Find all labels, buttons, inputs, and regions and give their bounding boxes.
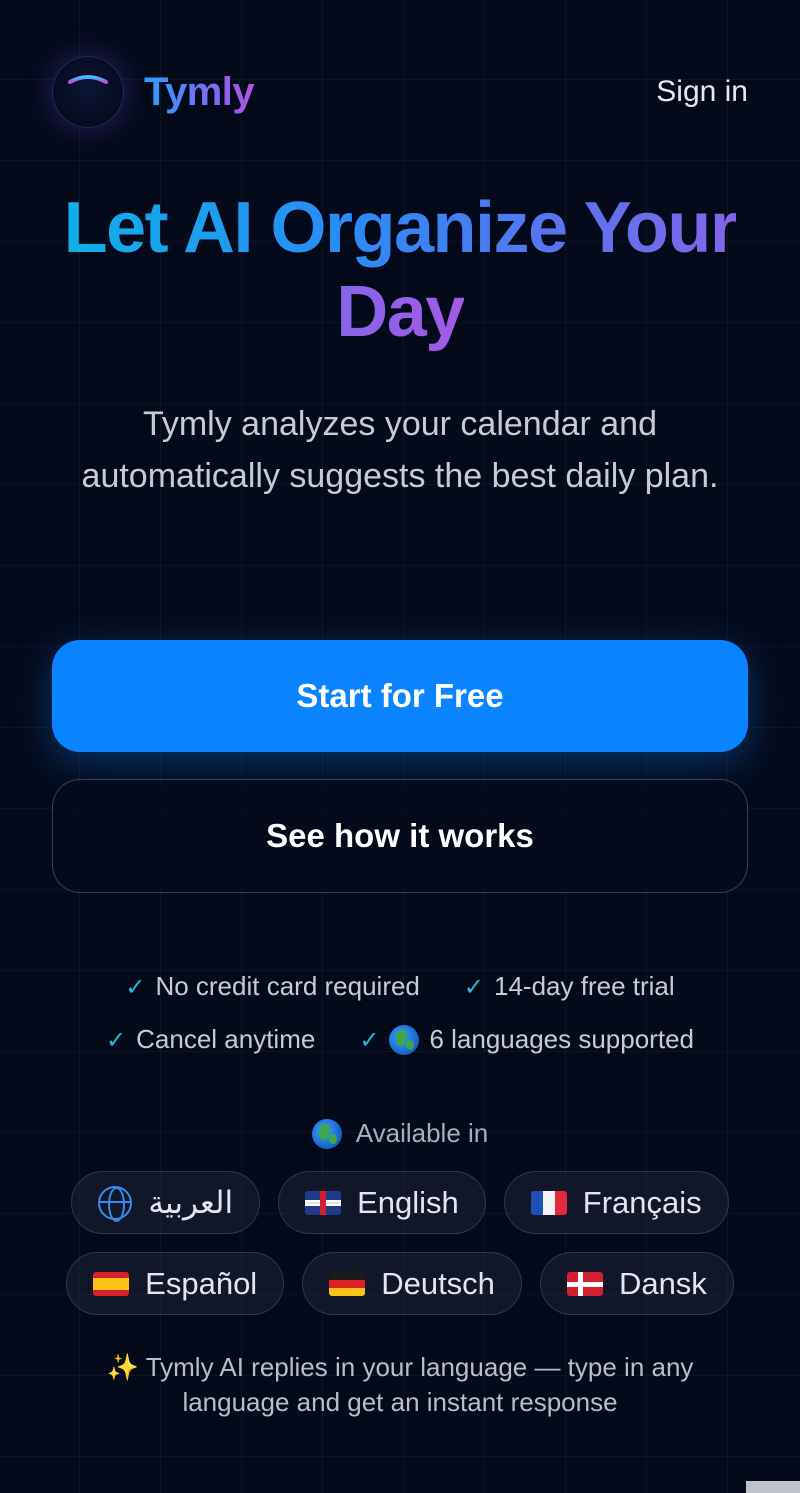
hero-title: Let AI Organize Your Day [40,186,760,354]
ai-language-note-text: Tymly AI replies in your language — type… [145,1352,694,1417]
language-label: English [357,1184,459,1220]
check-icon: ✓ [125,972,146,1001]
check-icon: ✓ [359,1025,380,1054]
benefit-label: 14-day free trial [494,971,675,1001]
language-chip-row: العربية English Français [0,1171,800,1234]
language-chip-english[interactable]: English [278,1171,486,1234]
language-chip-danish[interactable]: Dansk [539,1252,734,1315]
language-label: Dansk [618,1265,707,1301]
see-how-it-works-button[interactable]: See how it works [52,779,748,893]
uk-flag-icon [305,1190,342,1215]
denmark-flag-icon [566,1271,603,1296]
france-flag-icon [530,1190,567,1215]
language-label: Español [145,1265,258,1301]
benefit-label: Cancel anytime [136,1024,316,1054]
benefit-label: 6 languages supported [429,1024,694,1054]
language-label: العربية [148,1184,234,1220]
benefits-row: ✓ Cancel anytime ✓ 6 languages supported [40,1013,760,1066]
language-chip-spanish[interactable]: Español [66,1252,285,1315]
language-chip-row: Español Deutsch Dansk [0,1252,800,1315]
language-chip-german[interactable]: Deutsch [302,1252,522,1315]
benefit-item: ✓ No credit card required [125,971,420,1002]
germany-flag-icon [329,1271,366,1296]
globe-icon [389,1024,420,1055]
ai-language-note: ✨ Tymly AI replies in your language — ty… [60,1350,740,1419]
start-for-free-button[interactable]: Start for Free [52,640,748,752]
sparkle-icon: ✨ [106,1353,139,1383]
brand[interactable]: Tymly [52,56,255,128]
available-in-heading: Available in [0,1118,800,1149]
check-icon: ✓ [463,972,485,1001]
brand-name: Tymly [144,69,255,114]
benefit-item: ✓ 6 languages supported [359,1024,694,1055]
tymly-logo-icon [52,56,124,128]
language-chip-arabic[interactable]: العربية [71,1171,261,1234]
language-chip-french[interactable]: Français [503,1171,729,1234]
site-header: Tymly Sign in [52,56,748,128]
check-icon: ✓ [106,1025,127,1054]
sign-in-link[interactable]: Sign in [656,75,748,109]
benefits-list: ✓ No credit card required ✓ 14-day free … [40,960,760,1066]
benefit-item: ✓ 14-day free trial [464,971,675,1002]
globe-icon [311,1118,342,1149]
benefit-item: ✓ Cancel anytime [106,1024,315,1055]
language-label: Français [582,1184,702,1220]
benefits-row: ✓ No credit card required ✓ 14-day free … [40,960,760,1013]
landing-page: Tymly Sign in Let AI Organize Your Day T… [0,0,800,1493]
scroll-indicator [746,1481,800,1493]
spain-flag-icon [93,1271,130,1296]
hero-subtitle: Tymly analyzes your calendar and automat… [81,405,719,495]
benefit-label: No credit card required [155,971,420,1001]
available-in-label: Available in [355,1118,489,1148]
hero-title-text: Let AI Organize Your Day [63,188,738,352]
language-label: Deutsch [381,1265,495,1301]
globe-icon [98,1185,133,1222]
